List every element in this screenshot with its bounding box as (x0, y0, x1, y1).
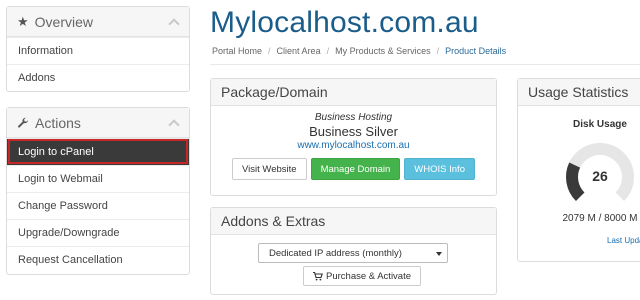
breadcrumb-product-details: Product Details (445, 46, 507, 56)
manage-domain-button[interactable]: Manage Domain (310, 158, 401, 180)
disk-usage-title: Disk Usage (573, 119, 627, 130)
breadcrumb: Portal Home / Client Area / My Products … (212, 46, 506, 56)
overview-title: Overview (34, 13, 94, 30)
usage-panel: Usage Statistics Disk Usage 26 2079 M / … (517, 78, 640, 262)
addon-select[interactable]: Dedicated IP address (monthly) (258, 243, 448, 263)
package-panel: Package/Domain Business Hosting Business… (210, 78, 497, 196)
package-buttons: Visit Website Manage Domain WHOIS Info (211, 158, 496, 180)
breadcrumb-portal-home[interactable]: Portal Home (212, 46, 262, 56)
cart-icon (313, 271, 323, 280)
usage-heading: Usage Statistics (528, 84, 629, 100)
gauge-fill (566, 162, 585, 202)
overview-panel: ★ Overview Information Addons (6, 6, 190, 92)
product-name: Business Silver (309, 124, 398, 139)
breadcrumb-separator: / (326, 46, 330, 56)
actions-title: Actions (35, 114, 81, 131)
addons-panel: Addons & Extras Dedicated IP address (mo… (210, 207, 497, 295)
last-updated-link[interactable]: Last Upda (607, 236, 640, 245)
sidebar-item-upgrade-downgrade[interactable]: Upgrade/Downgrade (7, 219, 189, 246)
disk-usage-amount: 2079 M / 8000 M (562, 213, 638, 224)
page-title: Mylocalhost.com.au (210, 6, 479, 39)
star-icon: ★ (17, 14, 29, 29)
breadcrumb-client-area[interactable]: Client Area (277, 46, 321, 56)
breadcrumb-separator: / (268, 46, 271, 56)
breadcrumb-separator: / (436, 46, 440, 56)
disk-usage-gauge: 26 (566, 143, 634, 202)
usage-panel-header: Usage Statistics (518, 79, 640, 106)
package-heading: Package/Domain (221, 84, 328, 100)
chevron-up-icon[interactable] (169, 17, 179, 27)
package-details: Business Hosting Business Silver www.myl… (211, 106, 496, 180)
package-panel-header: Package/Domain (211, 79, 496, 106)
visit-website-button[interactable]: Visit Website (232, 158, 307, 180)
addons-panel-header: Addons & Extras (211, 208, 496, 235)
actions-panel-header[interactable]: Actions (7, 108, 189, 138)
sidebar-item-addons[interactable]: Addons (7, 64, 189, 91)
purchase-activate-button[interactable]: Purchase & Activate (303, 266, 422, 286)
overview-panel-header[interactable]: ★ Overview (7, 7, 189, 37)
purchase-activate-label: Purchase & Activate (326, 270, 412, 282)
product-domain-link[interactable]: www.mylocalhost.com.au (211, 140, 496, 151)
header-divider (210, 64, 640, 65)
caret-down-icon (436, 252, 442, 256)
breadcrumb-products-services[interactable]: My Products & Services (335, 46, 431, 56)
sidebar-item-login-cpanel[interactable]: Login to cPanel (7, 138, 189, 165)
disk-usage-percent: 26 (592, 168, 608, 184)
sidebar-item-request-cancellation[interactable]: Request Cancellation (7, 246, 189, 273)
product-group: Business Hosting (314, 112, 393, 123)
sidebar-item-information[interactable]: Information (7, 37, 189, 64)
actions-panel: Actions Login to cPanel Login to Webmail… (6, 107, 190, 275)
addons-heading: Addons & Extras (221, 213, 326, 229)
sidebar-item-login-webmail[interactable]: Login to Webmail (7, 165, 189, 192)
whois-info-button[interactable]: WHOIS Info (404, 158, 475, 180)
wrench-icon (17, 117, 29, 129)
sidebar-item-change-password[interactable]: Change Password (7, 192, 189, 219)
chevron-up-icon[interactable] (169, 118, 179, 128)
addon-select-value: Dedicated IP address (monthly) (269, 247, 402, 259)
